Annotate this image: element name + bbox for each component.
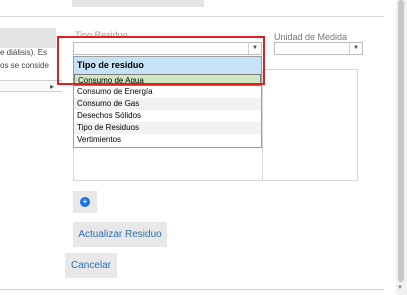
add-button[interactable]: + (73, 191, 97, 213)
unidad-medida-label: Unidad de Medida (274, 32, 348, 42)
left-expand-row[interactable]: ▸ (0, 80, 62, 92)
cancelar-button[interactable]: Cancelar (65, 253, 117, 278)
scroll-down-icon[interactable]: ▼ (397, 285, 403, 291)
dropdown-option-tipo-residuos[interactable]: Tipo de Residuos (74, 122, 261, 134)
dropdown-option-vertimientos[interactable]: Vertimientos (74, 134, 261, 146)
dropdown-option-desechos-solidos[interactable]: Desechos Sólidos (74, 110, 261, 122)
caret-right-icon: ▸ (49, 82, 54, 91)
left-panel-header (0, 28, 56, 48)
unidad-medida-select[interactable]: ▼ (274, 42, 363, 55)
top-tab[interactable] (72, 0, 204, 7)
highlight-annotation-box (57, 36, 265, 85)
scrollbar-thumb[interactable] (398, 0, 404, 282)
vertical-scrollbar[interactable]: ▼ (396, 0, 407, 295)
top-divider (0, 16, 384, 17)
caret-down-icon: ▼ (349, 43, 362, 54)
actualizar-residuo-button[interactable]: Actualizar Residuo (73, 222, 167, 247)
description-textarea-frame (73, 148, 358, 181)
page: e diálisis). Es os se conside ▸ Tipo Res… (0, 0, 407, 295)
plus-circle-icon: + (80, 197, 90, 207)
bottom-divider (0, 289, 384, 290)
dropdown-option-consumo-energia[interactable]: Consumo de Energía (74, 86, 261, 98)
dropdown-option-consumo-gas[interactable]: Consumo de Gas (74, 98, 261, 110)
